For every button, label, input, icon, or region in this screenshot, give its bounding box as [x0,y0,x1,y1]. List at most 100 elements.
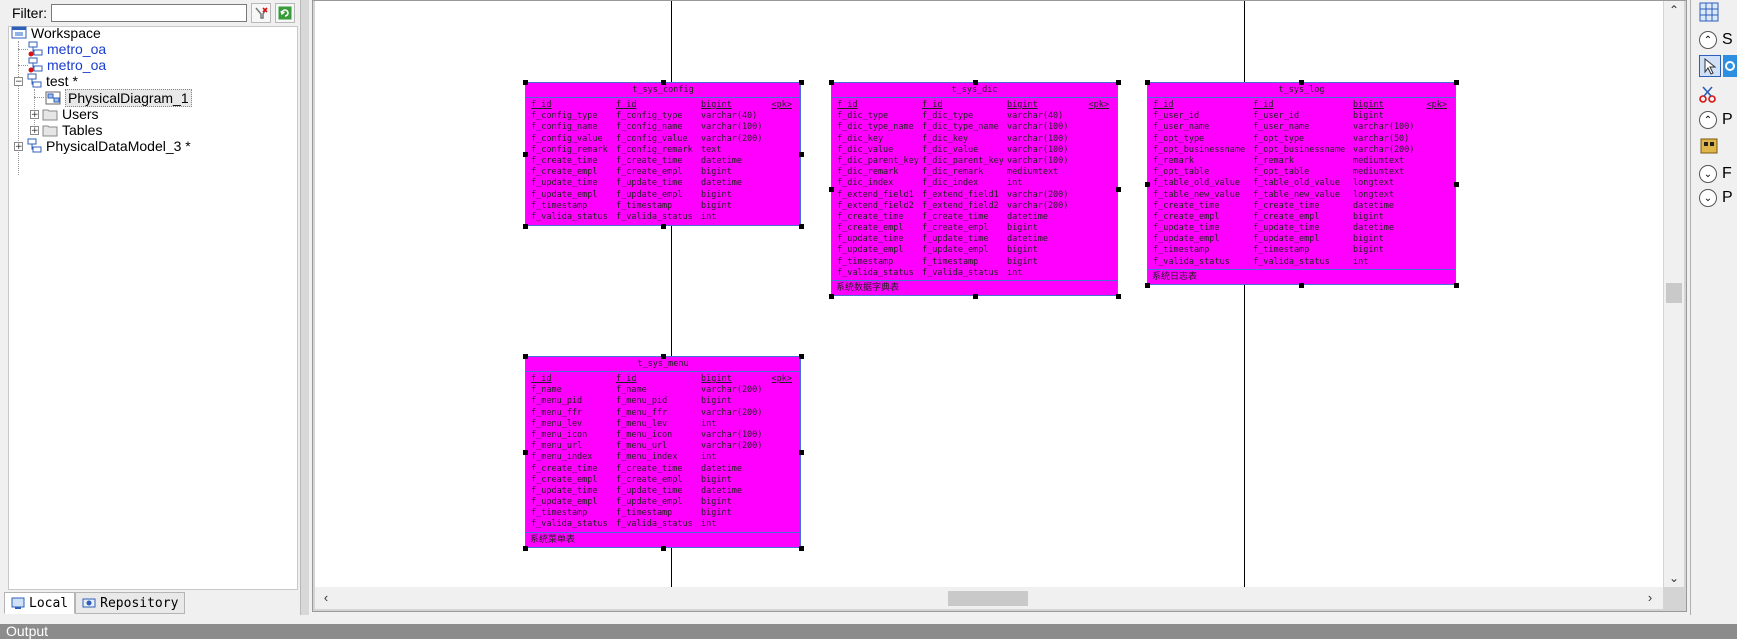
selection-handle[interactable] [799,80,804,85]
tree-item-physicaldatamodel-3[interactable]: + PhysicalDataModel_3 * [14,137,191,155]
entity-t-sys-menu[interactable]: t_sys_menu f_id f_id bigint <pk> f_name f… [525,356,801,548]
column-code: f_update_time [1253,223,1320,234]
selection-handle[interactable] [1116,294,1121,299]
selection-handle[interactable] [799,450,804,455]
entity-row: f_valida_status f_valida_status int [526,212,800,223]
expand-toggle[interactable]: + [30,109,39,119]
link-tool-icon [1723,55,1737,77]
column-name: f_update_empl [837,245,904,256]
vertical-scrollbar[interactable]: ⌃ ⌄ [1664,1,1684,587]
column-type: int [1007,178,1023,189]
selection-handle[interactable] [1145,80,1150,85]
selection-handle[interactable] [523,354,528,359]
expand-section-icon[interactable]: ⌄ [1699,189,1717,207]
workspace-icon [11,26,27,39]
selection-handle[interactable] [1299,80,1304,85]
selection-handle[interactable] [1116,80,1121,85]
column-code: f_user_name [1253,122,1310,133]
column-code: f_dic_index [922,178,979,189]
output-panel-header[interactable]: Output [0,624,1737,639]
collapse-section-icon[interactable]: ⌃ [1699,111,1717,129]
selection-handle[interactable] [829,294,834,299]
selection-handle[interactable] [1454,283,1459,288]
column-type: varchar(100) [1007,144,1069,155]
column-name: f_valida_status [531,519,608,530]
entity-comment: 系统日志表 [1148,269,1455,284]
pointer-tool-button[interactable] [1699,54,1737,78]
column-code: f_name [616,385,647,396]
expand-section-icon[interactable]: ⌄ [1699,165,1717,183]
scroll-down-icon[interactable]: ⌄ [1668,572,1680,584]
selection-handle[interactable] [1454,80,1459,85]
scroll-up-icon[interactable]: ⌃ [1668,4,1680,16]
selection-handle[interactable] [1454,182,1459,187]
entity-t-sys-log[interactable]: t_sys_log f_id f_id bigint <pk> f_user_i… [1147,82,1456,285]
selection-handle[interactable] [661,80,666,85]
column-key: <pk> [1088,100,1109,110]
selection-handle[interactable] [1145,283,1150,288]
entity-row: f_create_empl f_create_empl bigint [1148,212,1455,223]
selection-handle[interactable] [799,546,804,551]
entity-title: t_sys_menu [526,357,800,372]
selection-handle[interactable] [799,354,804,359]
collapse-section-icon[interactable]: ⌃ [1699,31,1717,49]
column-type: int [1007,267,1023,278]
column-type: datetime [1353,223,1394,234]
selection-handle[interactable] [661,354,666,359]
selection-handle[interactable] [1116,187,1121,192]
selection-handle[interactable] [523,224,528,229]
selection-handle[interactable] [829,80,834,85]
palette-section-free[interactable]: ⌄ F [1699,162,1737,186]
entity-columns: f_id f_id bigint <pk> f_config_type f_con… [526,98,800,223]
palette-section-predefined[interactable]: ⌄ P [1699,186,1737,210]
scroll-left-icon[interactable]: ‹ [319,591,333,605]
entity-row: f_opt_table f_opt_table mediumtext [1148,167,1455,178]
collapse-toggle[interactable]: − [14,76,23,86]
vertical-scroll-thumb[interactable] [1666,283,1682,303]
selection-handle[interactable] [661,224,666,229]
column-code: f_extend_field1 [922,189,999,200]
palette-section-standard[interactable]: ⌃ S [1699,28,1737,52]
scroll-right-icon[interactable]: › [1643,591,1657,605]
selection-handle[interactable] [523,152,528,157]
filter-input[interactable] [51,4,247,22]
horizontal-scrollbar[interactable]: ‹ › [315,587,1663,609]
palette-section-physical[interactable]: ⌃ P [1699,108,1737,132]
column-code: f_id [1253,100,1274,110]
horizontal-scroll-thumb[interactable] [948,591,1028,606]
selection-handle[interactable] [1299,283,1304,288]
expand-toggle[interactable]: + [30,125,39,135]
column-name: f_config_name [531,122,598,133]
grid-tool-button[interactable] [1699,0,1737,24]
tab-local[interactable]: Local [4,592,76,614]
selection-handle[interactable] [829,187,834,192]
entity-t-sys-dic[interactable]: t_sys_dic f_id f_id bigint <pk> f_dic_ty… [831,82,1118,296]
clear-filter-button[interactable] [251,3,271,23]
column-name: f_timestamp [531,508,588,519]
selection-handle[interactable] [799,224,804,229]
package-tool-button[interactable] [1699,134,1737,158]
tree-item-test[interactable]: − test * [14,72,78,90]
expand-toggle[interactable]: + [14,141,23,151]
selection-handle[interactable] [523,546,528,551]
selection-handle[interactable] [1145,182,1150,187]
selection-handle[interactable] [973,80,978,85]
column-name: f_create_time [1153,200,1220,211]
cut-tool-button[interactable] [1699,82,1737,106]
column-name: f_valida_status [837,267,914,278]
panel-splitter[interactable] [300,0,309,615]
diagram-canvas[interactable]: t_sys_config f_id f_id bigint <pk> f_con… [315,1,1663,587]
entity-title: t_sys_dic [832,83,1117,98]
selection-handle[interactable] [973,294,978,299]
tree-item-label: test * [46,73,78,89]
entity-t-sys-config[interactable]: t_sys_config f_id f_id bigint <pk> f_con… [525,82,801,226]
tab-repository[interactable]: Repository [75,592,186,614]
selection-handle[interactable] [799,152,804,157]
clear-filter-icon [255,7,268,19]
refresh-button[interactable] [275,3,295,23]
column-name: f_valida_status [531,211,608,222]
selection-handle[interactable] [661,546,666,551]
selection-handle[interactable] [523,450,528,455]
selection-handle[interactable] [523,80,528,85]
entity-row: f_update_empl f_update_empl bigint [526,497,800,508]
